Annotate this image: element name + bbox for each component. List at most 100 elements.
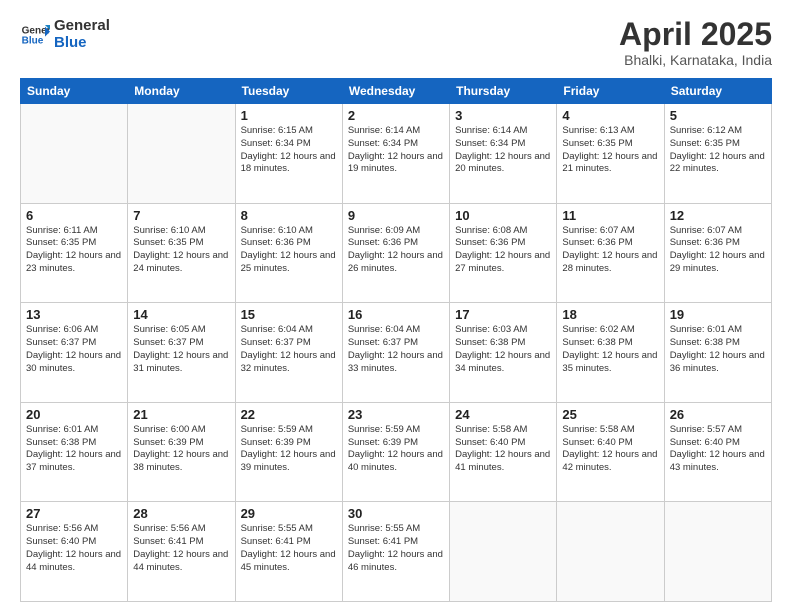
calendar-week-row: 13 Sunrise: 6:06 AM Sunset: 6:37 PM Dayli… xyxy=(21,303,772,403)
table-row: 17Sunrise: 6:03 AM Sunset: 6:38 PM Dayli… xyxy=(450,303,557,403)
day-info: Sunrise: 6:01 AM Sunset: 6:38 PM Dayligh… xyxy=(670,324,766,375)
col-wednesday: Wednesday xyxy=(342,79,449,104)
month-title: April 2025 xyxy=(619,18,772,50)
table-row: 23 Sunrise: 5:59 AM Sunset: 6:39 PM Dayli… xyxy=(342,402,449,502)
day-number: 25 xyxy=(562,407,658,422)
table-row: 1 Sunrise: 6:15 AM Sunset: 6:34 PM Daylig… xyxy=(235,104,342,204)
col-monday: Monday xyxy=(128,79,235,104)
day-number: 10 xyxy=(455,208,551,223)
day-number: 9 xyxy=(348,208,444,223)
location: Bhalki, Karnataka, India xyxy=(619,52,772,68)
day-number: 23 xyxy=(348,407,444,422)
header: General Blue General Blue April 2025 Bha… xyxy=(20,18,772,68)
table-row: 30 Sunrise: 5:55 AM Sunset: 6:41 PM Dayli… xyxy=(342,502,449,602)
logo: General Blue General Blue xyxy=(20,18,110,51)
day-number: 7 xyxy=(133,208,229,223)
day-number: 5 xyxy=(670,108,766,123)
table-row: 6 Sunrise: 6:11 AM Sunset: 6:35 PM Daylig… xyxy=(21,203,128,303)
day-info: Sunrise: 6:07 AM Sunset: 6:36 PM Dayligh… xyxy=(670,225,766,276)
day-info: Sunrise: 6:09 AM Sunset: 6:36 PM Dayligh… xyxy=(348,225,444,276)
day-number: 14 xyxy=(133,307,229,322)
table-row xyxy=(450,502,557,602)
day-info: Sunrise: 5:55 AM Sunset: 6:41 PM Dayligh… xyxy=(241,523,337,574)
day-number: 28 xyxy=(133,506,229,521)
table-row: 3 Sunrise: 6:14 AM Sunset: 6:34 PM Daylig… xyxy=(450,104,557,204)
day-info: Sunrise: 6:04 AM Sunset: 6:37 PM Dayligh… xyxy=(348,324,444,375)
table-row: 19Sunrise: 6:01 AM Sunset: 6:38 PM Dayli… xyxy=(664,303,771,403)
table-row: 4 Sunrise: 6:13 AM Sunset: 6:35 PM Daylig… xyxy=(557,104,664,204)
table-row: 10 Sunrise: 6:08 AM Sunset: 6:36 PM Dayli… xyxy=(450,203,557,303)
day-info: Sunrise: 6:11 AM Sunset: 6:35 PM Dayligh… xyxy=(26,225,122,276)
table-row: 14 Sunrise: 6:05 AM Sunset: 6:37 PM Dayli… xyxy=(128,303,235,403)
day-number: 1 xyxy=(241,108,337,123)
title-block: April 2025 Bhalki, Karnataka, India xyxy=(619,18,772,68)
day-info: Sunrise: 6:12 AM Sunset: 6:35 PM Dayligh… xyxy=(670,125,766,176)
day-number: 18 xyxy=(562,307,658,322)
calendar-week-row: 20Sunrise: 6:01 AM Sunset: 6:38 PM Dayli… xyxy=(21,402,772,502)
col-friday: Friday xyxy=(557,79,664,104)
day-number: 29 xyxy=(241,506,337,521)
table-row: 18 Sunrise: 6:02 AM Sunset: 6:38 PM Dayli… xyxy=(557,303,664,403)
calendar-week-row: 1 Sunrise: 6:15 AM Sunset: 6:34 PM Daylig… xyxy=(21,104,772,204)
calendar-week-row: 6 Sunrise: 6:11 AM Sunset: 6:35 PM Daylig… xyxy=(21,203,772,303)
table-row: 22 Sunrise: 5:59 AM Sunset: 6:39 PM Dayli… xyxy=(235,402,342,502)
day-number: 24 xyxy=(455,407,551,422)
day-info: Sunrise: 6:04 AM Sunset: 6:37 PM Dayligh… xyxy=(241,324,337,375)
logo-icon: General Blue xyxy=(20,20,50,50)
day-number: 3 xyxy=(455,108,551,123)
day-info: Sunrise: 6:08 AM Sunset: 6:36 PM Dayligh… xyxy=(455,225,551,276)
day-number: 2 xyxy=(348,108,444,123)
table-row: 8Sunrise: 6:10 AM Sunset: 6:36 PM Daylig… xyxy=(235,203,342,303)
day-number: 17 xyxy=(455,307,551,322)
day-info: Sunrise: 5:59 AM Sunset: 6:39 PM Dayligh… xyxy=(348,424,444,475)
day-info: Sunrise: 6:15 AM Sunset: 6:34 PM Dayligh… xyxy=(241,125,337,176)
table-row: 20Sunrise: 6:01 AM Sunset: 6:38 PM Dayli… xyxy=(21,402,128,502)
table-row: 16Sunrise: 6:04 AM Sunset: 6:37 PM Dayli… xyxy=(342,303,449,403)
day-info: Sunrise: 5:57 AM Sunset: 6:40 PM Dayligh… xyxy=(670,424,766,475)
day-number: 21 xyxy=(133,407,229,422)
table-row: 2Sunrise: 6:14 AM Sunset: 6:34 PM Daylig… xyxy=(342,104,449,204)
table-row: 28 Sunrise: 5:56 AM Sunset: 6:41 PM Dayli… xyxy=(128,502,235,602)
table-row: 15 Sunrise: 6:04 AM Sunset: 6:37 PM Dayli… xyxy=(235,303,342,403)
svg-text:Blue: Blue xyxy=(22,35,44,46)
col-saturday: Saturday xyxy=(664,79,771,104)
day-info: Sunrise: 5:58 AM Sunset: 6:40 PM Dayligh… xyxy=(562,424,658,475)
day-info: Sunrise: 6:05 AM Sunset: 6:37 PM Dayligh… xyxy=(133,324,229,375)
day-number: 8 xyxy=(241,208,337,223)
day-number: 15 xyxy=(241,307,337,322)
day-number: 30 xyxy=(348,506,444,521)
day-info: Sunrise: 5:59 AM Sunset: 6:39 PM Dayligh… xyxy=(241,424,337,475)
day-info: Sunrise: 6:07 AM Sunset: 6:36 PM Dayligh… xyxy=(562,225,658,276)
day-number: 4 xyxy=(562,108,658,123)
day-number: 6 xyxy=(26,208,122,223)
day-number: 20 xyxy=(26,407,122,422)
col-thursday: Thursday xyxy=(450,79,557,104)
table-row: 13 Sunrise: 6:06 AM Sunset: 6:37 PM Dayli… xyxy=(21,303,128,403)
day-info: Sunrise: 5:56 AM Sunset: 6:41 PM Dayligh… xyxy=(133,523,229,574)
table-row: 9 Sunrise: 6:09 AM Sunset: 6:36 PM Daylig… xyxy=(342,203,449,303)
logo-blue-text: Blue xyxy=(54,34,87,51)
day-info: Sunrise: 6:06 AM Sunset: 6:37 PM Dayligh… xyxy=(26,324,122,375)
day-number: 26 xyxy=(670,407,766,422)
day-number: 12 xyxy=(670,208,766,223)
day-info: Sunrise: 6:14 AM Sunset: 6:34 PM Dayligh… xyxy=(455,125,551,176)
logo-general-text: General xyxy=(54,17,110,34)
table-row: 27 Sunrise: 5:56 AM Sunset: 6:40 PM Dayli… xyxy=(21,502,128,602)
day-number: 27 xyxy=(26,506,122,521)
calendar-header-row: Sunday Monday Tuesday Wednesday Thursday… xyxy=(21,79,772,104)
table-row: 11 Sunrise: 6:07 AM Sunset: 6:36 PM Dayli… xyxy=(557,203,664,303)
day-info: Sunrise: 5:55 AM Sunset: 6:41 PM Dayligh… xyxy=(348,523,444,574)
day-info: Sunrise: 6:13 AM Sunset: 6:35 PM Dayligh… xyxy=(562,125,658,176)
day-number: 22 xyxy=(241,407,337,422)
day-info: Sunrise: 6:02 AM Sunset: 6:38 PM Dayligh… xyxy=(562,324,658,375)
day-number: 13 xyxy=(26,307,122,322)
table-row: 24 Sunrise: 5:58 AM Sunset: 6:40 PM Dayli… xyxy=(450,402,557,502)
table-row: 21Sunrise: 6:00 AM Sunset: 6:39 PM Dayli… xyxy=(128,402,235,502)
day-info: Sunrise: 5:56 AM Sunset: 6:40 PM Dayligh… xyxy=(26,523,122,574)
table-row xyxy=(664,502,771,602)
day-info: Sunrise: 6:10 AM Sunset: 6:35 PM Dayligh… xyxy=(133,225,229,276)
day-number: 11 xyxy=(562,208,658,223)
day-info: Sunrise: 5:58 AM Sunset: 6:40 PM Dayligh… xyxy=(455,424,551,475)
calendar-week-row: 27 Sunrise: 5:56 AM Sunset: 6:40 PM Dayli… xyxy=(21,502,772,602)
table-row: 7 Sunrise: 6:10 AM Sunset: 6:35 PM Daylig… xyxy=(128,203,235,303)
